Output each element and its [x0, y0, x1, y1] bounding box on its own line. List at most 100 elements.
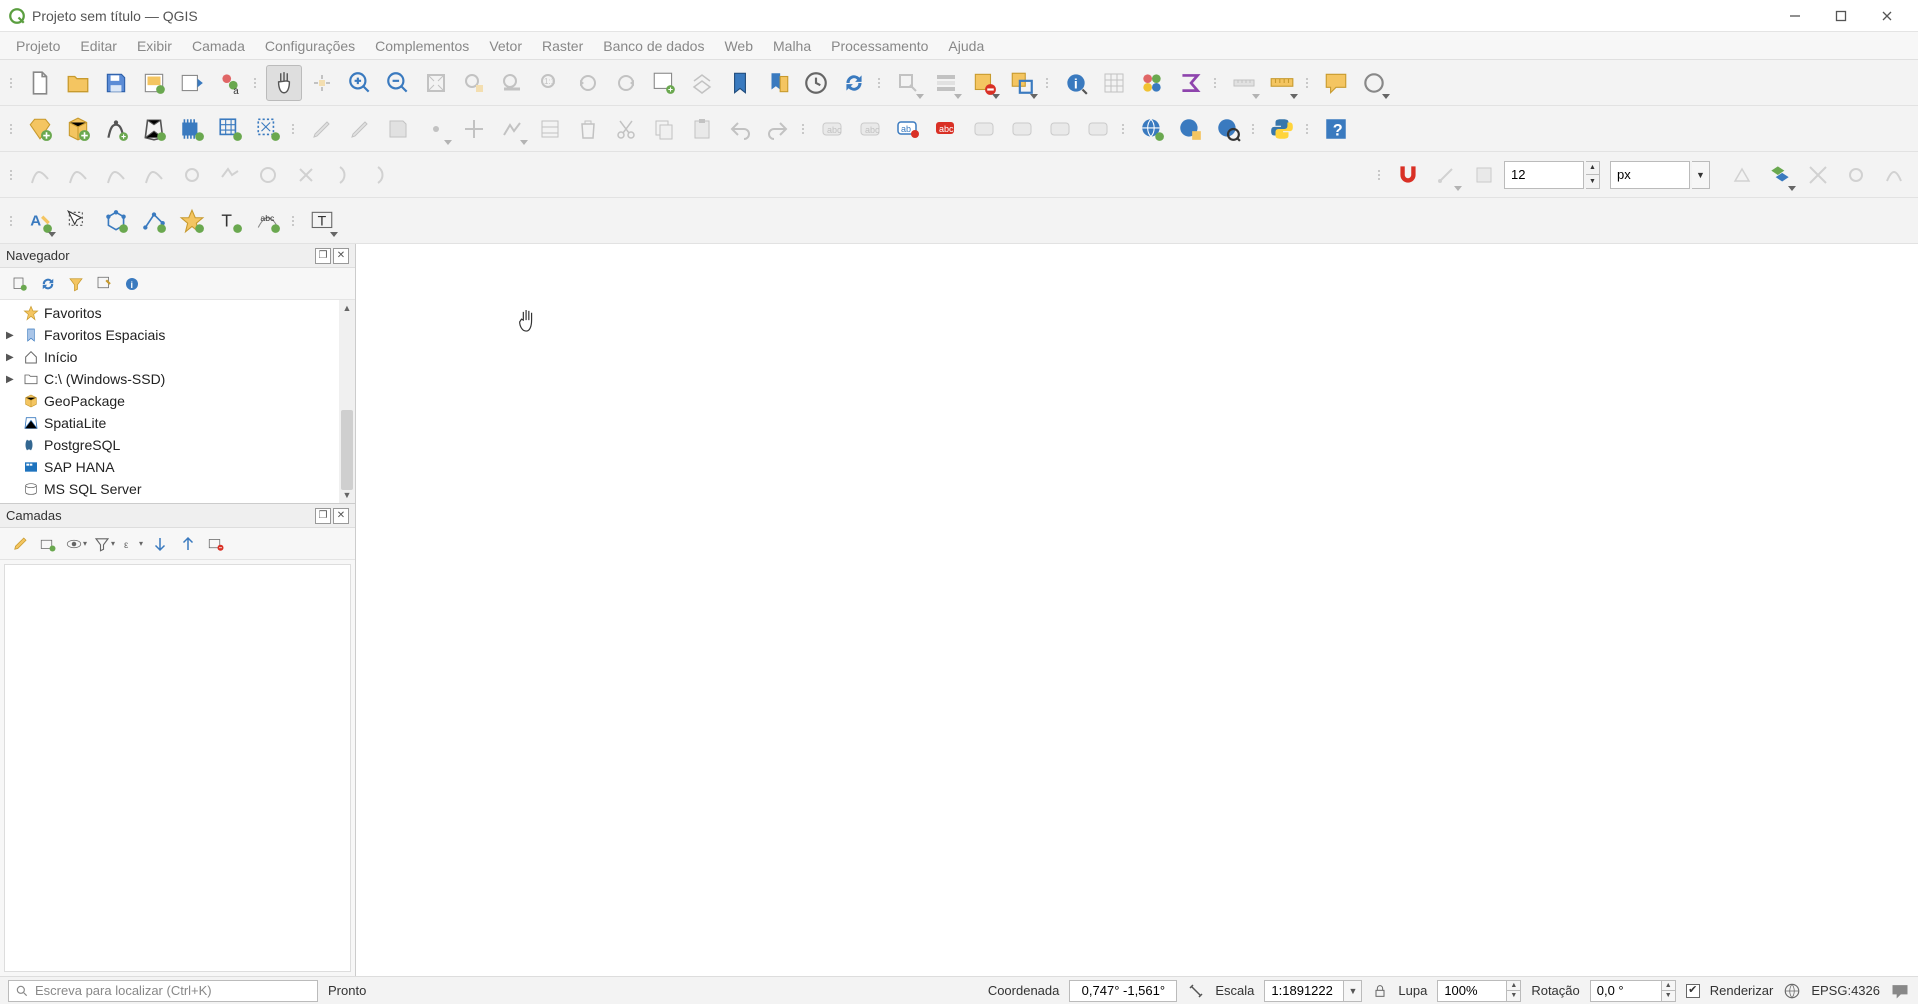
identify-button[interactable]: i	[1058, 65, 1094, 101]
toolbar-grip[interactable]	[1378, 160, 1384, 190]
browser-tree[interactable]: Favoritos ▶ Favoritos Espaciais ▶ Início…	[0, 300, 355, 503]
new-project-button[interactable]	[22, 65, 58, 101]
toolbar-grip[interactable]	[802, 114, 808, 144]
filter-by-expression-button[interactable]: ε▾	[120, 532, 144, 556]
toolbar-grip[interactable]	[292, 114, 298, 144]
toolbar-grip[interactable]	[1046, 68, 1052, 98]
zoom-in-button[interactable]	[342, 65, 378, 101]
panel-close-button[interactable]: ✕	[333, 248, 349, 264]
add-wcs-layer-button[interactable]	[1172, 111, 1208, 147]
deselect-all-button[interactable]	[966, 65, 1002, 101]
panel-close-button[interactable]: ✕	[333, 508, 349, 524]
collapse-all-button[interactable]	[176, 532, 200, 556]
spinner-down[interactable]: ▼	[1586, 175, 1599, 188]
menu-vetor[interactable]: Vetor	[479, 34, 532, 58]
tree-item-mssql[interactable]: MS SQL Server	[0, 478, 355, 500]
create-polygon-annotation-button[interactable]	[98, 203, 134, 239]
statistics-button[interactable]	[1172, 65, 1208, 101]
spinner-up[interactable]: ▲	[1662, 981, 1675, 992]
tree-item-favoritos[interactable]: Favoritos	[0, 302, 355, 324]
expand-all-button[interactable]	[148, 532, 172, 556]
new-print-layout-button[interactable]	[136, 65, 172, 101]
map-tips-button[interactable]	[1318, 65, 1354, 101]
metasearch-button[interactable]	[1210, 111, 1246, 147]
toolbar-grip[interactable]	[1214, 68, 1220, 98]
render-checkbox[interactable]: ✔	[1686, 984, 1700, 998]
scroll-thumb[interactable]	[341, 410, 353, 490]
tree-item-geopackage[interactable]: GeoPackage	[0, 390, 355, 412]
add-wms-layer-button[interactable]	[1134, 111, 1170, 147]
menu-exibir[interactable]: Exibir	[127, 34, 182, 58]
modify-annotations-button[interactable]	[60, 203, 96, 239]
snapping-unit-select[interactable]	[1610, 161, 1690, 189]
add-vector-layer-button[interactable]	[22, 111, 58, 147]
toolbar-grip[interactable]	[1122, 114, 1128, 144]
locator-search[interactable]: Escreva para localizar (Ctrl+K)	[8, 980, 318, 1002]
layout-manager-button[interactable]	[174, 65, 210, 101]
spinner-up[interactable]: ▲	[1507, 981, 1520, 992]
avoid-overlap-button[interactable]	[1762, 157, 1798, 193]
toolbar-grip[interactable]	[10, 68, 16, 98]
pin-labels-button[interactable]: abc	[928, 111, 964, 147]
open-project-button[interactable]	[60, 65, 96, 101]
toolbar-grip[interactable]	[1252, 114, 1258, 144]
lock-scale-icon[interactable]	[1372, 983, 1388, 999]
open-layer-styling-button[interactable]	[8, 532, 32, 556]
tree-item-c-drive[interactable]: ▶ C:\ (Windows-SSD)	[0, 368, 355, 390]
menu-editar[interactable]: Editar	[70, 34, 127, 58]
style-manager-button[interactable]: a	[212, 65, 248, 101]
tree-item-spatialite[interactable]: SpatiaLite	[0, 412, 355, 434]
spinner-down[interactable]: ▼	[1507, 991, 1520, 1001]
create-marker-annotation-button[interactable]	[174, 203, 210, 239]
map-canvas[interactable]	[356, 244, 1918, 976]
tree-item-sap-hana[interactable]: SAP HANA	[0, 456, 355, 478]
measure-tool-button[interactable]	[1264, 65, 1300, 101]
new-annotation-layer-button[interactable]: A	[22, 203, 58, 239]
new-virtual-layer-button[interactable]	[250, 111, 286, 147]
create-text-at-point-button[interactable]: T	[212, 203, 248, 239]
python-console-button[interactable]	[1264, 111, 1300, 147]
collapse-all-button[interactable]	[92, 272, 116, 296]
show-bookmarks-button[interactable]	[760, 65, 796, 101]
menu-malha[interactable]: Malha	[763, 34, 821, 58]
tree-item-favoritos-espaciais[interactable]: ▶ Favoritos Espaciais	[0, 324, 355, 346]
toolbar-grip[interactable]	[1306, 68, 1312, 98]
new-memory-layer-button[interactable]	[174, 111, 210, 147]
add-selected-layers-button[interactable]	[8, 272, 32, 296]
window-minimize-button[interactable]	[1772, 0, 1818, 32]
tree-item-inicio[interactable]: ▶ Início	[0, 346, 355, 368]
menu-camada[interactable]: Camada	[182, 34, 255, 58]
panel-float-button[interactable]: ❐	[315, 508, 331, 524]
toolbar-grip[interactable]	[878, 68, 884, 98]
new-bookmark-button[interactable]	[722, 65, 758, 101]
enable-snapping-button[interactable]	[1390, 157, 1426, 193]
refresh-browser-button[interactable]	[36, 272, 60, 296]
menu-complementos[interactable]: Complementos	[365, 34, 479, 58]
browser-scrollbar[interactable]: ▲ ▼	[339, 300, 355, 503]
menu-web[interactable]: Web	[714, 34, 763, 58]
toolbar-grip[interactable]	[1306, 114, 1312, 144]
spinner-down[interactable]: ▼	[1662, 991, 1675, 1001]
temporal-controller-button[interactable]	[798, 65, 834, 101]
enable-properties-button[interactable]: i	[120, 272, 144, 296]
panel-float-button[interactable]: ❐	[315, 248, 331, 264]
filter-browser-button[interactable]	[64, 272, 88, 296]
refresh-button[interactable]	[836, 65, 872, 101]
new-map-view-button[interactable]	[646, 65, 682, 101]
zoom-out-button[interactable]	[380, 65, 416, 101]
scale-input[interactable]	[1264, 980, 1344, 1002]
menu-banco-dados[interactable]: Banco de dados	[593, 34, 714, 58]
toolbar-grip[interactable]	[10, 160, 16, 190]
toolbar-grip[interactable]	[10, 114, 16, 144]
help-button[interactable]: ?	[1318, 111, 1354, 147]
layers-tree[interactable]	[4, 564, 351, 972]
scroll-down[interactable]: ▼	[339, 487, 355, 503]
tree-item-postgresql[interactable]: PostgreSQL	[0, 434, 355, 456]
crs-button[interactable]: EPSG:4326	[1811, 983, 1880, 998]
menu-raster[interactable]: Raster	[532, 34, 593, 58]
menu-configuracoes[interactable]: Configurações	[255, 34, 365, 58]
manage-map-themes-button[interactable]: ▾	[64, 532, 88, 556]
text-annotation-button[interactable]: T	[304, 203, 340, 239]
scroll-up[interactable]: ▲	[339, 300, 355, 316]
new-shapefile-button[interactable]	[98, 111, 134, 147]
